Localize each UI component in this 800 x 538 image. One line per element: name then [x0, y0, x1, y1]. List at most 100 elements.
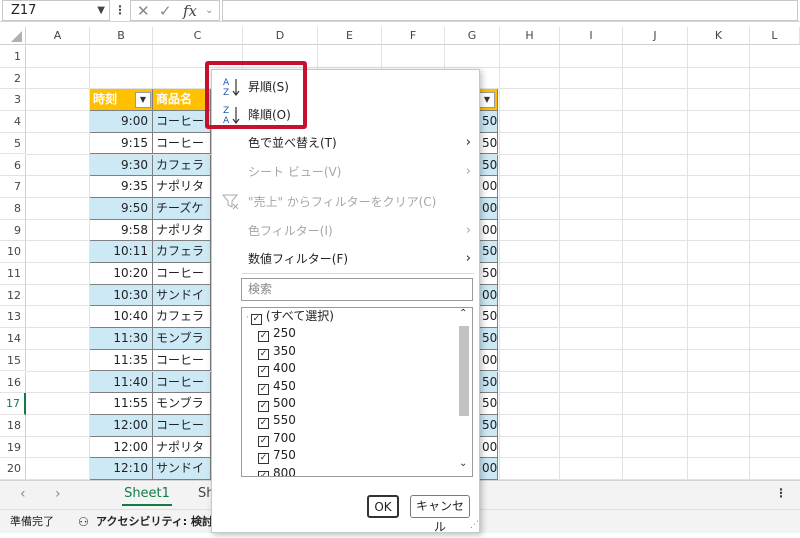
cell-time[interactable]: 9:15 — [90, 132, 153, 155]
row-header[interactable]: 20 — [0, 458, 26, 480]
cell-time[interactable]: 10:40 — [90, 306, 153, 329]
cell-product[interactable]: コーヒー — [153, 414, 211, 437]
column-header[interactable]: L — [750, 27, 800, 45]
cell-sales[interactable]: 50 — [480, 371, 498, 394]
cell-time[interactable]: 9:30 — [90, 154, 153, 177]
cell-time[interactable]: 11:30 — [90, 328, 153, 350]
row-header[interactable]: 8 — [0, 197, 26, 220]
row-header[interactable]: 3 — [0, 89, 26, 112]
cell-sales[interactable]: 00 — [480, 436, 498, 459]
select-all-button[interactable] — [0, 27, 26, 45]
cell-product[interactable]: コーヒー — [153, 371, 211, 394]
cell-time[interactable]: 11:35 — [90, 349, 153, 372]
row-header[interactable]: 6 — [0, 154, 26, 177]
cell-sales[interactable]: 50 — [480, 132, 498, 155]
formula-input[interactable] — [222, 0, 798, 21]
column-header[interactable]: H — [500, 27, 560, 45]
row-header[interactable]: 15 — [0, 349, 26, 372]
cell-product[interactable]: サンドイ — [153, 284, 211, 307]
checkbox-checked-icon[interactable]: ✓ — [258, 418, 269, 430]
more-options-icon[interactable]: ⋮ — [775, 486, 787, 500]
filter-search-input[interactable]: 検索 — [241, 278, 473, 301]
sheet-tab-sheet1[interactable]: Sheet1 — [112, 483, 182, 507]
cell-product[interactable]: モンブラ — [153, 393, 211, 415]
cell-sales[interactable]: 50 — [480, 414, 498, 437]
row-header[interactable]: 10 — [0, 241, 26, 263]
cell-product[interactable]: カフェラ — [153, 306, 211, 329]
checkbox-checked-icon[interactable]: ✓ — [258, 470, 269, 476]
chevron-down-icon[interactable]: ▼ — [97, 1, 105, 20]
cell-time[interactable]: 10:30 — [90, 284, 153, 307]
column-header[interactable]: B — [90, 27, 153, 45]
filter-value-item[interactable]: ✓ 750 — [258, 447, 296, 465]
filter-value-item[interactable]: ✓ 800 — [258, 465, 296, 476]
checkbox-checked-icon[interactable]: ✓ — [258, 383, 269, 395]
insert-function-icon[interactable]: fx — [183, 2, 197, 20]
row-header[interactable]: 5 — [0, 132, 26, 155]
cell-product[interactable]: ナポリタ — [153, 436, 211, 459]
filter-value-item[interactable]: ✓ 700 — [258, 430, 296, 447]
table-header-time[interactable]: 時刻 ▼ — [90, 89, 153, 112]
checkbox-checked-icon[interactable]: ✓ — [258, 453, 269, 465]
table-header-sales[interactable]: ▼ — [480, 89, 498, 112]
confirm-icon[interactable]: ✓ — [159, 2, 172, 20]
cell-sales[interactable]: 50 — [480, 306, 498, 329]
column-header[interactable]: G — [445, 27, 500, 45]
filter-dropdown-icon[interactable]: ▼ — [480, 92, 495, 109]
cell-sales[interactable]: 50 — [480, 328, 498, 350]
cell-product[interactable]: コーヒー — [153, 349, 211, 372]
cell-time[interactable]: 9:50 — [90, 197, 153, 220]
cell-product[interactable]: コーヒー — [153, 263, 211, 285]
cell-time[interactable]: 9:00 — [90, 111, 153, 133]
filter-value-item[interactable]: ✓ 350 — [258, 343, 296, 360]
more-options-icon[interactable]: ⋮ — [114, 0, 126, 21]
cell-time[interactable]: 10:20 — [90, 263, 153, 285]
table-header-name[interactable]: 商品名 — [153, 89, 211, 112]
cell-time[interactable]: 9:35 — [90, 176, 153, 198]
filter-value-item[interactable]: ✓ 250 — [258, 325, 296, 343]
scroll-right-icon[interactable]: › — [55, 486, 61, 502]
chevron-up-icon[interactable]: ⌃ — [459, 308, 467, 319]
cell-product[interactable]: コーヒー — [153, 111, 211, 133]
cell-product[interactable]: カフェラ — [153, 241, 211, 263]
cancel-icon[interactable]: ✕ — [137, 2, 150, 20]
row-header[interactable]: 2 — [0, 67, 26, 90]
column-header[interactable]: E — [318, 27, 382, 45]
sort-by-color-item[interactable]: 色で並べ替え(T) › — [212, 129, 479, 157]
filter-value-list[interactable]: · ✓ (すべて選択) ✓ 250 ✓ 350 ✓ 400 ✓ 450 ✓ 500 ✓ 550 ✓ 700 ✓ 75… — [241, 307, 473, 477]
cancel-button[interactable]: キャンセル — [410, 495, 470, 534]
filter-value-item[interactable]: ✓ 400 — [258, 360, 296, 378]
row-header[interactable]: 7 — [0, 176, 26, 198]
cell-sales[interactable]: 00 — [480, 176, 498, 198]
row-header[interactable]: 4 — [0, 111, 26, 133]
row-header[interactable]: 17 — [0, 393, 26, 415]
row-header[interactable]: 11 — [0, 263, 26, 285]
cell-sales[interactable]: 00 — [480, 197, 498, 220]
cell-sales[interactable]: 00 — [480, 349, 498, 372]
row-header[interactable]: 12 — [0, 284, 26, 307]
cell-product[interactable]: サンドイ — [153, 458, 211, 480]
column-header[interactable]: J — [623, 27, 688, 45]
column-header[interactable]: F — [382, 27, 445, 45]
cell-product[interactable]: チーズケ — [153, 197, 211, 220]
name-box[interactable]: Z17 ▼ — [2, 0, 110, 21]
cell-product[interactable]: ナポリタ — [153, 219, 211, 242]
resize-grip-icon[interactable]: ⋰ — [470, 520, 479, 530]
cell-sales[interactable]: 00 — [480, 219, 498, 242]
sheet-tab-sheet2[interactable]: Sh — [198, 483, 212, 507]
cell-sales[interactable]: 50 — [480, 263, 498, 285]
checkbox-checked-icon[interactable]: ✓ — [250, 314, 262, 325]
column-header[interactable]: A — [26, 27, 90, 45]
row-header[interactable]: 19 — [0, 436, 26, 459]
column-header[interactable]: K — [688, 27, 750, 45]
cell-product[interactable]: ナポリタ — [153, 176, 211, 198]
chevron-down-icon[interactable]: ⌄ — [459, 458, 467, 469]
column-header[interactable]: I — [560, 27, 623, 45]
ok-button[interactable]: OK — [367, 495, 399, 518]
filter-value-item[interactable]: ✓ 500 — [258, 395, 296, 412]
cell-sales[interactable]: 50 — [480, 393, 498, 415]
row-header[interactable]: 1 — [0, 46, 26, 68]
cell-time[interactable]: 11:40 — [90, 371, 153, 394]
cell-time[interactable]: 11:55 — [90, 393, 153, 415]
checkbox-checked-icon[interactable]: ✓ — [258, 435, 269, 447]
